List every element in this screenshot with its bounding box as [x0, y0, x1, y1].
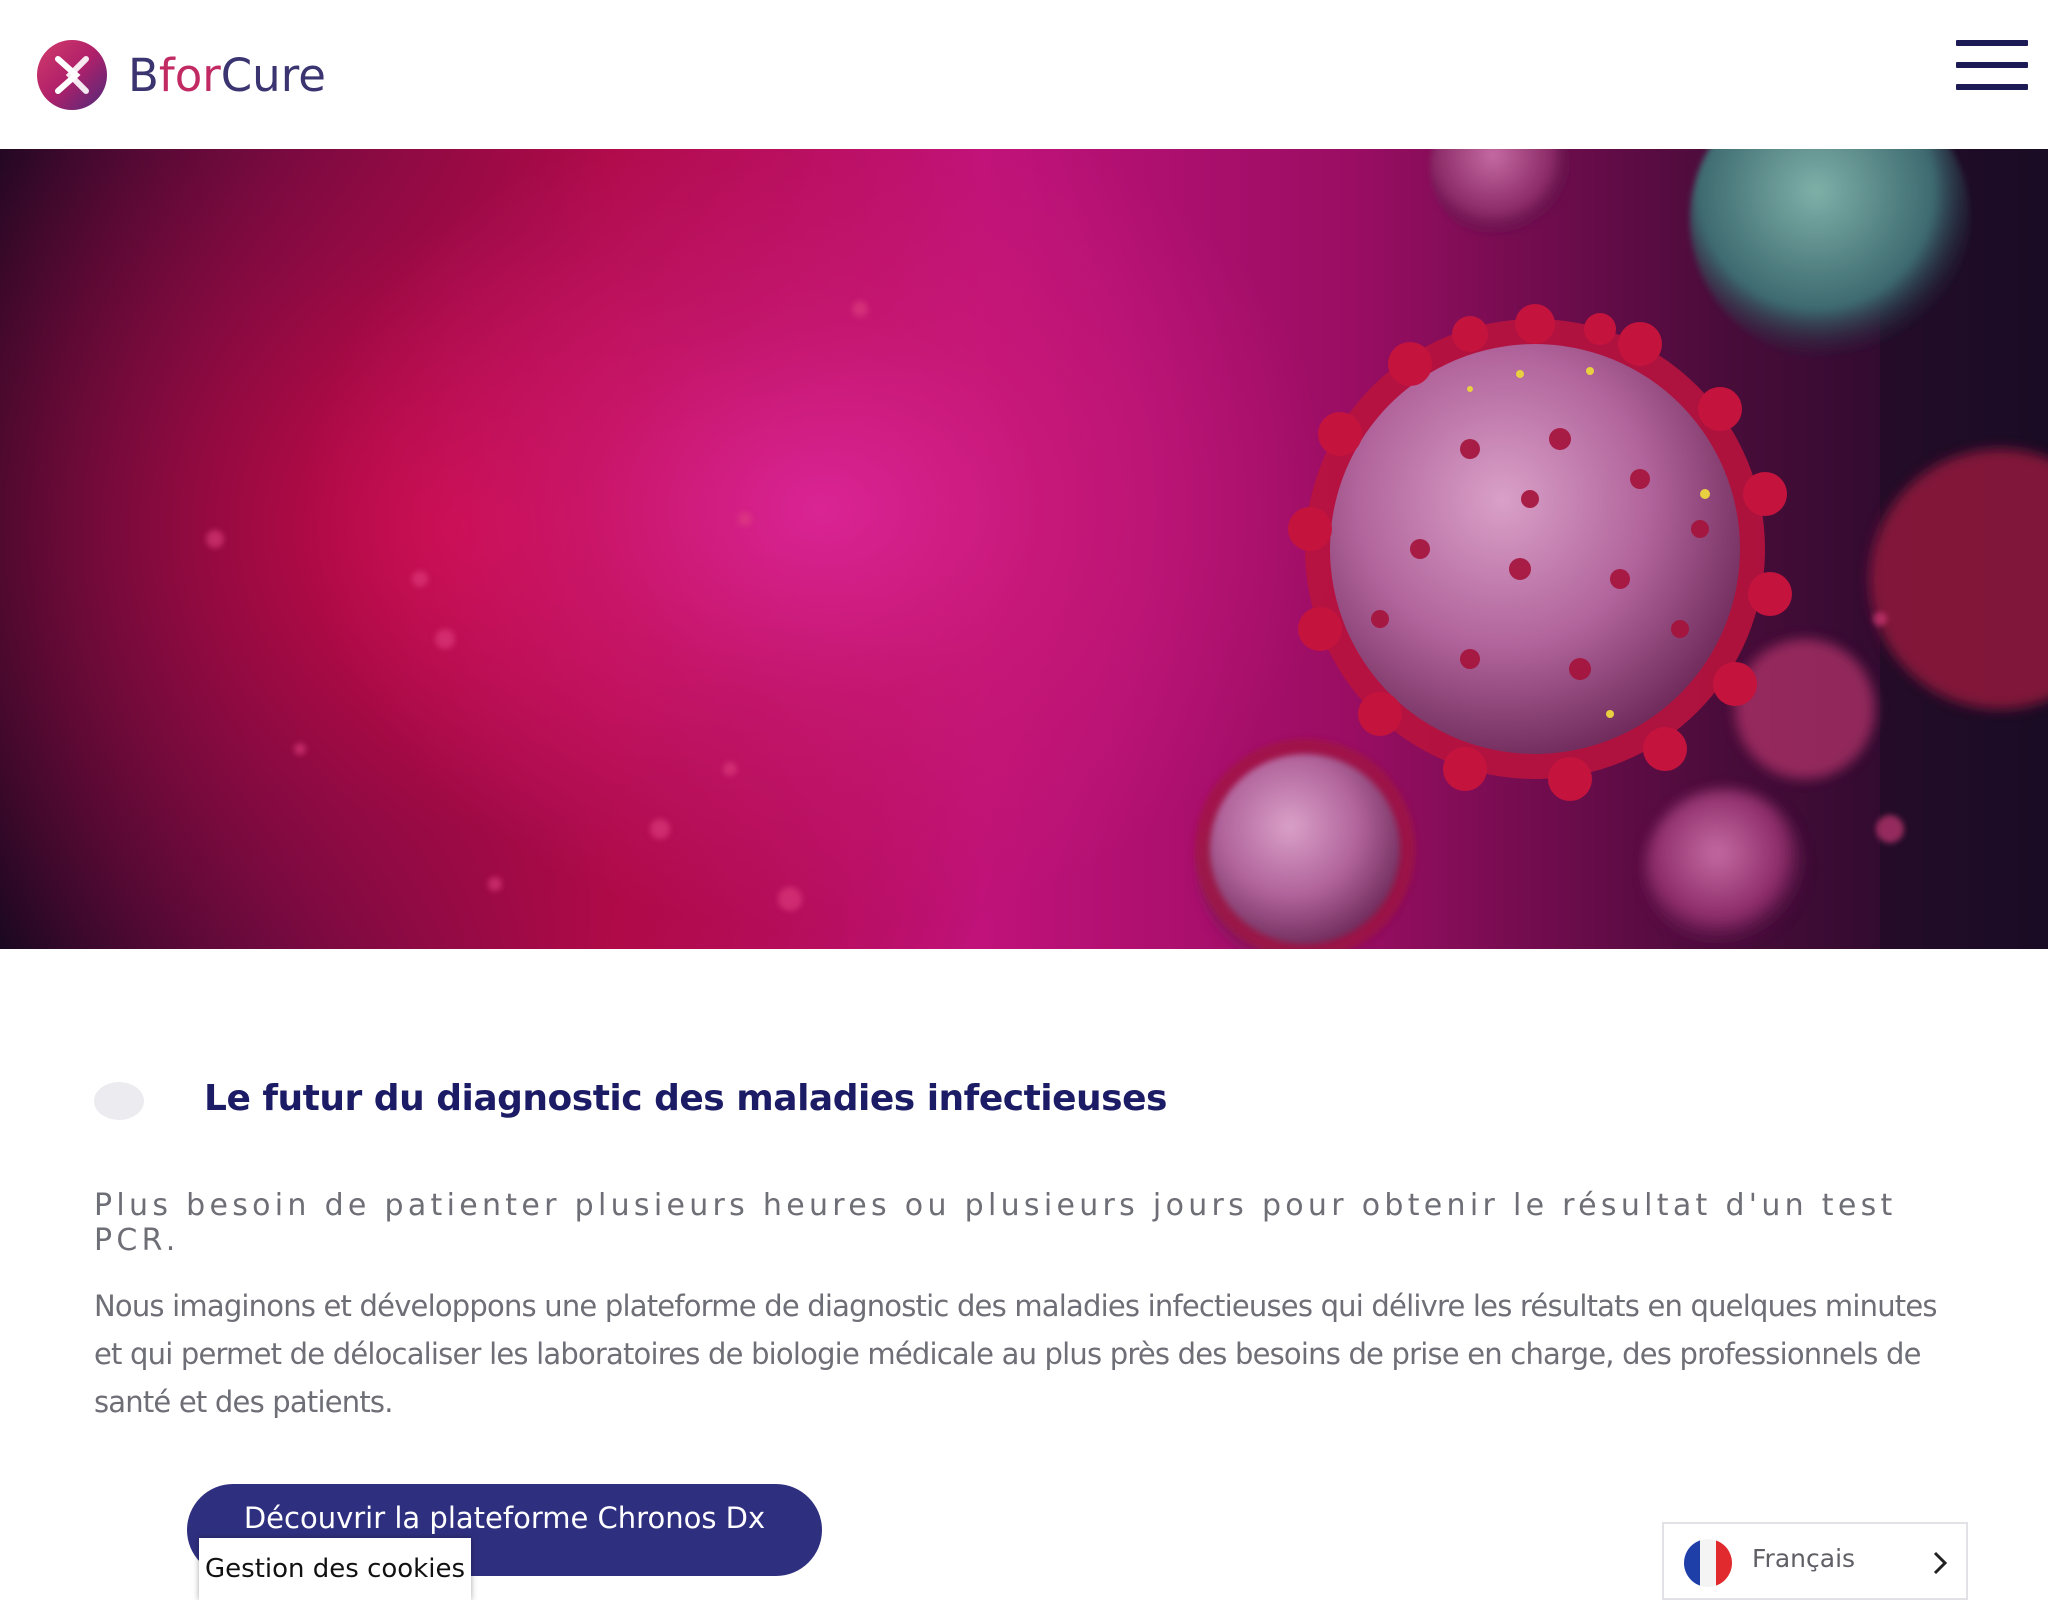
description-line: santé et des patients.	[94, 1385, 393, 1419]
page-headline: Le futur du diagnostic des maladies infe…	[204, 1078, 1167, 1119]
intro-subline: Plus besoin de patienter plusieurs heure…	[94, 1188, 1897, 1258]
site-header: BforCure	[0, 0, 2048, 149]
lower-virus-particle	[1195, 739, 1415, 949]
language-label: Français	[1752, 1544, 1856, 1573]
language-selector[interactable]: Français	[1662, 1522, 1968, 1600]
page: BforCure Le futur du diagnostic des mala…	[0, 0, 2048, 1600]
virus-illustration	[206, 149, 2048, 949]
brand-logo[interactable]: BforCure	[36, 38, 326, 112]
hero-banner-image	[0, 149, 2048, 949]
hamburger-menu-icon[interactable]	[1956, 40, 2028, 92]
france-flag-icon	[1684, 1539, 1732, 1587]
description-line: Nous imaginons et développons une platef…	[94, 1289, 1938, 1323]
bullet-dot	[94, 1082, 144, 1120]
description-line: et qui permet de délocaliser les laborat…	[94, 1337, 1921, 1371]
chevron-right-icon	[1933, 1551, 1948, 1575]
main-virus-particle	[1288, 304, 1792, 801]
description-paragraph: Nous imaginons et développons une platef…	[94, 1282, 1994, 1426]
logo-mark-icon	[37, 40, 107, 110]
logo-wordmark: BforCure	[128, 48, 326, 102]
cookie-settings-button[interactable]: Gestion des cookies	[199, 1538, 471, 1600]
